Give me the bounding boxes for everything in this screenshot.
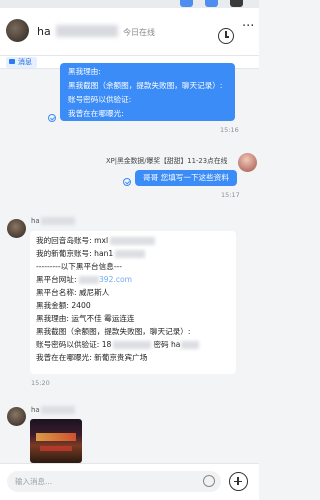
sender-name-redacted xyxy=(41,217,75,225)
message-line: 黑平台网址: 392.com xyxy=(36,273,230,286)
read-check-icon xyxy=(123,178,131,186)
online-status: 今日在线 xyxy=(123,28,155,37)
avatar[interactable] xyxy=(7,219,26,238)
clock-icon[interactable] xyxy=(218,28,234,44)
avatar[interactable] xyxy=(238,153,257,172)
composer-bar: 输入消息... xyxy=(0,463,259,500)
message-line: 我曾在在哪曝光: xyxy=(68,109,124,118)
message-line: ---------以下黑平台信息--- xyxy=(36,262,123,271)
add-attachment-button[interactable] xyxy=(229,472,248,491)
message-line: 我的回音岛账号: mxl xyxy=(36,234,230,247)
message-text: 我的回音岛账号: mxl xyxy=(36,236,109,245)
sender-name-redacted xyxy=(41,406,75,414)
history-icon[interactable] xyxy=(205,0,218,7)
edit-icon[interactable] xyxy=(180,0,193,7)
tab-messages[interactable]: 消息 xyxy=(6,57,37,68)
redacted-text xyxy=(110,237,156,245)
sender-banner: XP|黑金数据/曝奖【甜甜】11-23点在线 xyxy=(106,157,228,165)
image-message-thumbnail[interactable] xyxy=(30,419,82,463)
sender-name: ha xyxy=(31,217,40,225)
message-input[interactable]: 输入消息... xyxy=(7,471,221,492)
platform-url-link[interactable]: 392.com xyxy=(99,275,132,284)
message-icon xyxy=(9,59,15,64)
message-time: 15:16 xyxy=(220,126,239,134)
message-text: 黑平台网址: xyxy=(36,275,79,284)
message-line: 黑我金额: 2400 xyxy=(36,301,91,310)
message-line: 黑我截图（余额图，提款失败图，聊天记录）: xyxy=(68,81,223,90)
avatar[interactable] xyxy=(6,19,29,42)
redacted-text xyxy=(181,341,200,349)
redacted-text xyxy=(78,276,99,284)
received-message-bubble[interactable]: 我的回音岛账号: mxl 我的新葡京账号: han1 ---------以下黑平… xyxy=(30,231,236,374)
message-line: 我曾在在哪曝光: 新葡京贵宾广场 xyxy=(36,353,148,362)
message-text: 哥哥 您填写一下这些资料 xyxy=(143,173,229,182)
message-text: 账号密码以供验证: 18 xyxy=(36,340,112,349)
tab-messages-label: 消息 xyxy=(18,58,32,66)
message-text: 密码 ha xyxy=(153,340,181,349)
message-line: 黑平台名称: 威尼斯人 xyxy=(36,288,110,297)
emoji-icon[interactable] xyxy=(203,475,215,487)
contact-name-redacted xyxy=(56,25,118,37)
sender-name: ha xyxy=(31,406,40,414)
message-line: 我的新葡京账号: han1 xyxy=(36,247,230,260)
avatar[interactable] xyxy=(7,407,26,426)
chat-header: ha 今日在线 ··· xyxy=(0,8,259,56)
message-line: 账号密码以供验证: xyxy=(68,95,132,104)
more-icon[interactable]: ··· xyxy=(242,20,254,33)
window-icon[interactable] xyxy=(230,0,243,7)
message-line: 黑我理由: 运气不佳 霉运连连 xyxy=(36,314,135,323)
contact-name[interactable]: ha xyxy=(37,25,51,38)
thumbnail-highlight xyxy=(36,433,76,441)
sent-message-bubble[interactable]: 哥哥 您填写一下这些资料 xyxy=(135,170,237,186)
redacted-text xyxy=(115,250,146,258)
redacted-text xyxy=(113,341,152,349)
message-time: 15:20 xyxy=(31,379,50,387)
message-line: 黑我截图（余额图，提款失败图，聊天记录）: xyxy=(36,327,191,336)
message-input-placeholder: 输入消息... xyxy=(15,477,53,486)
message-line: 账号密码以供验证: 18 密码 ha xyxy=(36,338,230,351)
thumbnail-highlight xyxy=(40,446,72,451)
read-check-icon xyxy=(48,114,56,122)
system-strip xyxy=(0,0,259,8)
message-text: 我的新葡京账号: han1 xyxy=(36,249,114,258)
message-line: 黑我理由: xyxy=(68,67,101,76)
message-time: 15:17 xyxy=(221,191,240,199)
sent-message-bubble[interactable]: 黑我理由: 黑我截图（余额图，提款失败图，聊天记录）: 账号密码以供验证: 我曾… xyxy=(60,63,235,121)
